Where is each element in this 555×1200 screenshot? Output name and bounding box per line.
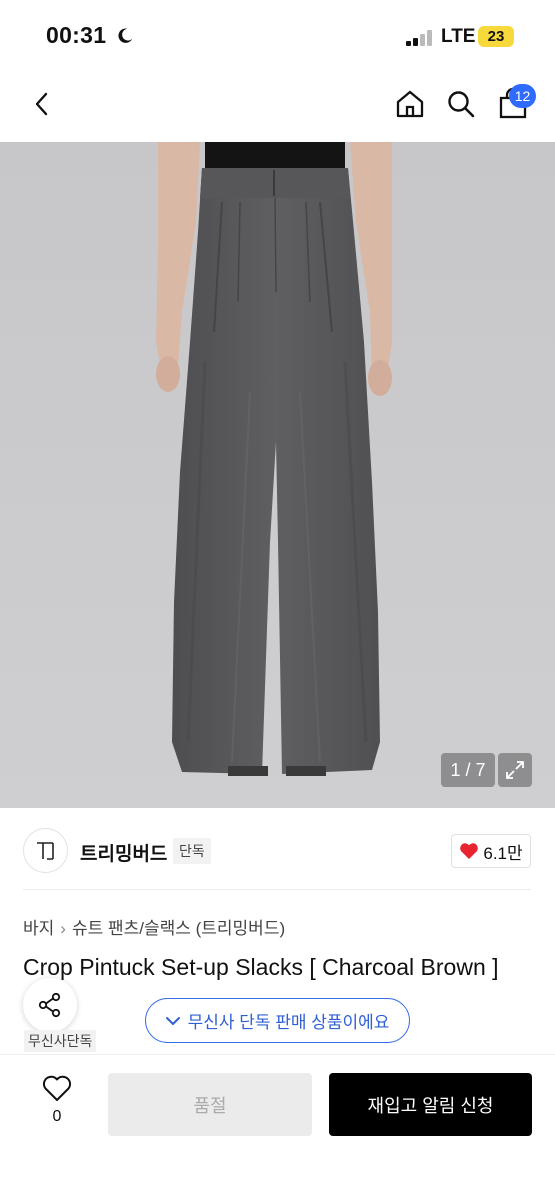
nav-bar <box>0 70 555 142</box>
network-label: LTE <box>441 26 476 47</box>
chevron-right-icon: › <box>60 919 66 938</box>
home-button[interactable] <box>390 84 430 124</box>
chevron-left-icon <box>35 92 48 116</box>
like-count: 6.1만 <box>483 843 523 863</box>
product-photo-illustration <box>0 142 555 808</box>
exclusive-info-text: 무신사 단독 판매 상품이에요 <box>187 1013 390 1032</box>
wishlist-count: 0 <box>52 1108 62 1125</box>
heart-outline-icon <box>42 1075 72 1101</box>
bottom-action-bar: 0 품절 재입고 알림 신청 <box>0 1054 555 1200</box>
divider <box>23 889 531 890</box>
product-image[interactable] <box>0 142 555 808</box>
brand-logo[interactable] <box>23 828 68 873</box>
cart-count-badge: 12 <box>509 84 536 108</box>
breadcrumb: 바지 › 슈트 팬츠/슬랙스 (트리밍버드) <box>23 914 285 939</box>
soldout-button: 품절 <box>108 1073 312 1136</box>
like-button[interactable]: 6.1만 <box>451 834 531 868</box>
search-icon <box>448 91 475 118</box>
brand-exclusive-tag: 단독 <box>173 838 211 864</box>
image-counter: 1 / 7 <box>441 753 495 787</box>
chevron-down-icon <box>165 1016 180 1025</box>
battery-indicator: 23 <box>478 26 514 47</box>
status-bar: 00:31 LTE 23 <box>0 0 555 70</box>
back-button[interactable] <box>22 84 62 124</box>
brand-row[interactable]: 트리밍버드 단독 6.1만 <box>0 826 555 876</box>
exclusive-info-pill[interactable]: 무신사 단독 판매 상품이에요 <box>145 998 410 1043</box>
breadcrumb-item[interactable]: 슈트 팬츠/슬랙스 (트리밍버드) <box>72 919 285 938</box>
breadcrumb-item[interactable]: 바지 <box>23 919 54 938</box>
restock-alert-button[interactable]: 재입고 알림 신청 <box>329 1073 532 1136</box>
exclusive-badge: 무신사단독 <box>24 1030 97 1052</box>
product-title: Crop Pintuck Set-up Slacks [ Charcoal Br… <box>23 954 499 980</box>
search-button[interactable] <box>441 84 481 124</box>
share-icon <box>38 992 61 1018</box>
home-icon <box>396 90 424 118</box>
brand-logo-mark <box>36 841 54 860</box>
signal-icon <box>406 30 432 46</box>
share-button[interactable] <box>23 978 77 1032</box>
heart-icon <box>460 843 479 859</box>
moon-icon <box>118 28 133 43</box>
expand-icon <box>506 761 524 779</box>
status-time: 00:31 <box>46 22 107 48</box>
expand-image-button[interactable] <box>498 753 532 787</box>
brand-name[interactable]: 트리밍버드 <box>80 839 167 866</box>
wishlist-button[interactable]: 0 <box>36 1075 78 1135</box>
